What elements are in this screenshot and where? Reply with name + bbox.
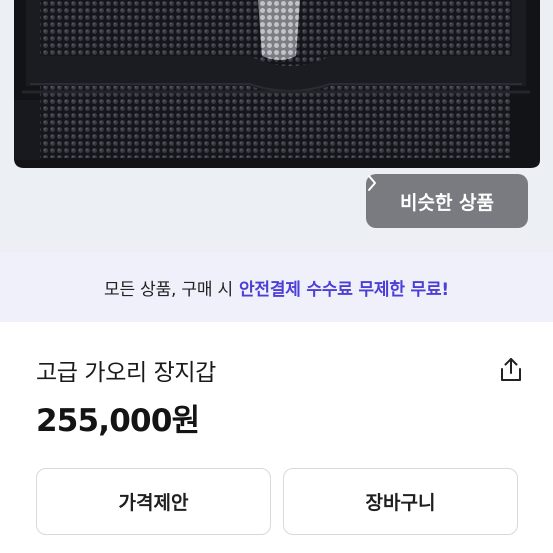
product-image[interactable]: 비슷한 상품 bbox=[0, 0, 553, 252]
cart-label: 장바구니 bbox=[365, 492, 436, 514]
title-row: 고급 가오리 장지갑 bbox=[36, 350, 526, 390]
promo-banner[interactable]: 모든 상품, 구매 시 안전결제 수수료 무제한 무료! bbox=[0, 252, 553, 322]
chevron-right-icon bbox=[368, 175, 376, 191]
promo-highlight: 안전결제 수수료 무제한 무료! bbox=[238, 279, 449, 300]
price-offer-label: 가격제안 bbox=[118, 492, 189, 514]
price-offer-button[interactable]: 가격제안 bbox=[36, 468, 271, 535]
share-button[interactable] bbox=[496, 355, 526, 385]
cart-button[interactable]: 장바구니 bbox=[283, 468, 518, 535]
product-title: 고급 가오리 장지갑 bbox=[36, 360, 216, 386]
product-price: 255,000원 bbox=[36, 403, 200, 439]
share-icon bbox=[501, 358, 521, 381]
similar-products-button[interactable]: 비슷한 상품 bbox=[366, 174, 528, 228]
promo-prefix: 모든 상품, 구매 시 bbox=[104, 279, 233, 300]
similar-products-label: 비슷한 상품 bbox=[399, 191, 494, 214]
